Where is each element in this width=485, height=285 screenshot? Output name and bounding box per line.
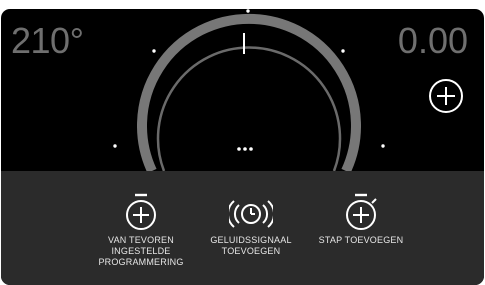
add-sound-signal-button[interactable]: GELUIDSSIGNAAL TOEVOEGEN [189, 191, 313, 257]
temperature-value: 210° [11, 20, 84, 61]
preset-program-button[interactable]: VAN TEVOREN INGESTELDE PROGRAMMERING [79, 191, 203, 268]
dial-tick-upper-left [152, 49, 156, 53]
timer-plus-icon [346, 193, 377, 230]
add-step-label: STAP TOEVOEGEN [318, 235, 404, 245]
preset-program-label: VAN TEVOREN INGESTELDE PROGRAMMERING [98, 235, 184, 267]
plus-circle-icon [429, 79, 463, 113]
oven-screen: 210° 0.00 VAN TEVOREN INGESTELDE PROGRAM… [1, 9, 484, 285]
dial-tick-lower-right [381, 144, 385, 148]
alarm-clock-sound-icon [229, 200, 273, 228]
dial-tick-lower-left [113, 144, 117, 148]
add-sound-signal-label: GELUIDSSIGNAAL TOEVOEGEN [210, 235, 292, 256]
more-options-button[interactable] [230, 141, 260, 157]
more-dots-icon [237, 147, 253, 151]
timer-value: 0.00 [397, 20, 468, 61]
action-panel: VAN TEVOREN INGESTELDE PROGRAMMERING GEL… [1, 171, 484, 285]
dial-tick-top [246, 9, 250, 13]
add-time-button[interactable] [428, 78, 464, 114]
add-step-button[interactable]: STAP TOEVOEGEN [299, 191, 423, 246]
dial-tick-upper-right [341, 49, 345, 53]
timer-plus-icon [126, 193, 156, 230]
